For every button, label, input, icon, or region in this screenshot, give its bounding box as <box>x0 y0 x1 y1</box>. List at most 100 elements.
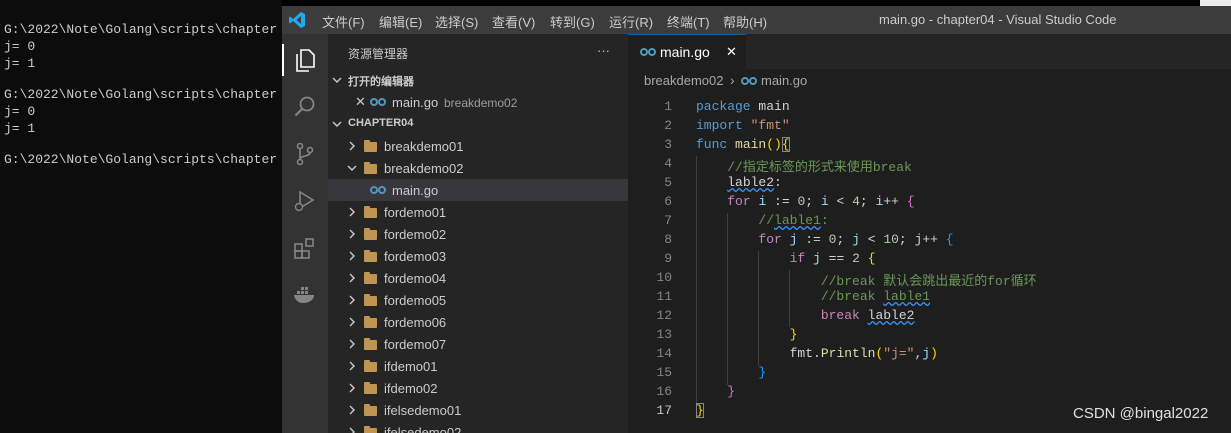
more-actions-icon[interactable]: ··· <box>597 43 610 58</box>
tree-folder-ifdemo01[interactable]: ifdemo01 <box>328 355 628 377</box>
code-line-active[interactable]: } <box>696 403 704 418</box>
code-comment: // <box>758 213 775 228</box>
tab-main-go[interactable]: main.go ✕ <box>628 34 746 69</box>
code-line[interactable]: if j == 2 { <box>696 251 876 266</box>
breadcrumb-file[interactable]: main.go <box>761 73 807 88</box>
code-token: ; <box>898 232 915 247</box>
code-line[interactable]: import "fmt" <box>696 118 790 133</box>
project-label: CHAPTER04 <box>348 117 414 129</box>
line-number: 5 <box>664 175 672 190</box>
tree-folder-fordemo02[interactable]: fordemo02 <box>328 223 628 245</box>
open-editor-item[interactable]: ✕ main.go breakdemo02 <box>328 91 628 113</box>
code-token: ++ <box>922 232 946 247</box>
tree-folder-fordemo04[interactable]: fordemo04 <box>328 267 628 289</box>
tree-folder-fordemo03[interactable]: fordemo03 <box>328 245 628 267</box>
tree-item-label: fordemo01 <box>384 205 447 220</box>
folder-icon <box>364 272 377 284</box>
menu-edit[interactable]: 编辑(E) <box>379 12 422 31</box>
run-debug-icon[interactable] <box>292 188 318 214</box>
tree-folder-fordemo07[interactable]: fordemo07 <box>328 333 628 355</box>
code-token: : <box>774 175 782 190</box>
code-token: break <box>820 308 860 323</box>
chevron-right-icon <box>349 317 355 327</box>
extensions-icon[interactable] <box>292 235 318 261</box>
code-line[interactable]: } <box>696 384 735 399</box>
go-file-icon <box>741 77 757 85</box>
line-number: 9 <box>664 251 672 266</box>
code-line[interactable]: //指定标签的形式来使用break <box>696 156 912 175</box>
folder-icon <box>364 338 377 350</box>
code-line[interactable]: //lable1: <box>696 213 828 228</box>
tree-folder-breakdemo02[interactable]: breakdemo02 <box>328 157 628 179</box>
menu-run[interactable]: 运行(R) <box>609 12 653 31</box>
line-number: 8 <box>664 232 672 247</box>
code-line[interactable]: for j := 0; j < 10; j++ { <box>696 232 954 247</box>
code-token: lable2 <box>727 175 775 190</box>
code-token: for <box>758 232 782 247</box>
code-token: if <box>789 251 806 266</box>
menu-terminal[interactable]: 终端(T) <box>667 12 710 31</box>
source-control-icon[interactable] <box>292 141 318 167</box>
tree-folder-fordemo05[interactable]: fordemo05 <box>328 289 628 311</box>
tab-label: main.go <box>660 44 710 60</box>
explorer-icon[interactable] <box>292 47 318 73</box>
code-line[interactable]: lable2: <box>696 175 782 190</box>
tab-close-icon[interactable]: ✕ <box>726 44 737 60</box>
code-token: } <box>789 327 798 342</box>
tree-folder-fordemo01[interactable]: fordemo01 <box>328 201 628 223</box>
vscode-window: 文件(F) 编辑(E) 选择(S) 查看(V) 转到(G) 运行(R) 终端(T… <box>282 6 1231 433</box>
chevron-right-icon <box>349 361 355 371</box>
code-token: i <box>820 194 829 209</box>
folder-icon <box>364 250 377 262</box>
terminal-line: G:\2022\Note\Golang\scripts\chapter <box>4 152 278 167</box>
menu-selection[interactable]: 选择(S) <box>435 12 478 31</box>
code-line[interactable]: for i := 0; i < 4; i++ { <box>696 194 914 209</box>
code-line[interactable]: break lable2 <box>696 308 915 323</box>
menu-help[interactable]: 帮助(H) <box>723 12 767 31</box>
breadcrumb-folder[interactable]: breakdemo02 <box>644 73 724 88</box>
tree-item-label: breakdemo01 <box>384 139 464 154</box>
open-editor-folder: breakdemo02 <box>444 96 518 110</box>
code-line[interactable]: //break lable1 <box>696 289 930 304</box>
tree-folder-ifelsedemo01[interactable]: ifelsedemo01 <box>328 399 628 421</box>
code-line[interactable]: } <box>696 365 766 380</box>
code-token: ; <box>859 194 876 209</box>
docker-icon[interactable] <box>292 282 318 308</box>
chevron-right-icon <box>349 405 355 415</box>
chevron-down-icon <box>332 77 342 83</box>
code-token: func <box>696 137 728 152</box>
line-number: 10 <box>656 270 672 285</box>
project-header[interactable]: CHAPTER04 <box>328 113 628 135</box>
code-comment: //break 默认会跳出最近的for循环 <box>820 274 1037 289</box>
line-number: 16 <box>656 384 672 399</box>
code-line[interactable]: package main <box>696 99 790 114</box>
tree-item-label: ifdemo02 <box>384 381 438 396</box>
open-editors-header[interactable]: 打开的编辑器 <box>328 69 628 91</box>
menu-go[interactable]: 转到(G) <box>550 12 595 31</box>
line-number: 3 <box>664 137 672 152</box>
close-icon[interactable]: ✕ <box>355 94 366 110</box>
search-icon[interactable] <box>292 94 318 120</box>
code-token: < <box>828 194 853 209</box>
tree-folder-ifelsedemo02[interactable]: ifelsedemo02 <box>328 421 628 433</box>
code-token: { <box>945 232 954 247</box>
code-line[interactable]: func main(){ <box>696 137 790 152</box>
menu-file[interactable]: 文件(F) <box>322 12 365 31</box>
editor-area: main.go ✕ breakdemo02 › main.go 1 2 3 4 … <box>628 34 1231 433</box>
tree-folder-ifdemo02[interactable]: ifdemo02 <box>328 377 628 399</box>
menu-view[interactable]: 查看(V) <box>492 12 535 31</box>
code-line[interactable]: fmt.Println("j=",j) <box>696 346 938 361</box>
tree-file-main-go[interactable]: main.go <box>328 179 628 201</box>
code-token: < <box>859 232 884 247</box>
code-line[interactable]: //break 默认会跳出最近的for循环 <box>696 270 1037 289</box>
tree-folder-fordemo06[interactable]: fordemo06 <box>328 311 628 333</box>
line-number: 7 <box>664 213 672 228</box>
line-number: 15 <box>656 365 672 380</box>
tree-folder-breakdemo01[interactable]: breakdemo01 <box>328 135 628 157</box>
code-line[interactable]: } <box>696 327 798 342</box>
chevron-right-icon <box>349 141 355 151</box>
vscode-logo-icon <box>289 12 305 28</box>
code-token: ; <box>805 194 821 209</box>
code-token: package <box>696 99 751 114</box>
tree-item-label: fordemo04 <box>384 271 447 286</box>
